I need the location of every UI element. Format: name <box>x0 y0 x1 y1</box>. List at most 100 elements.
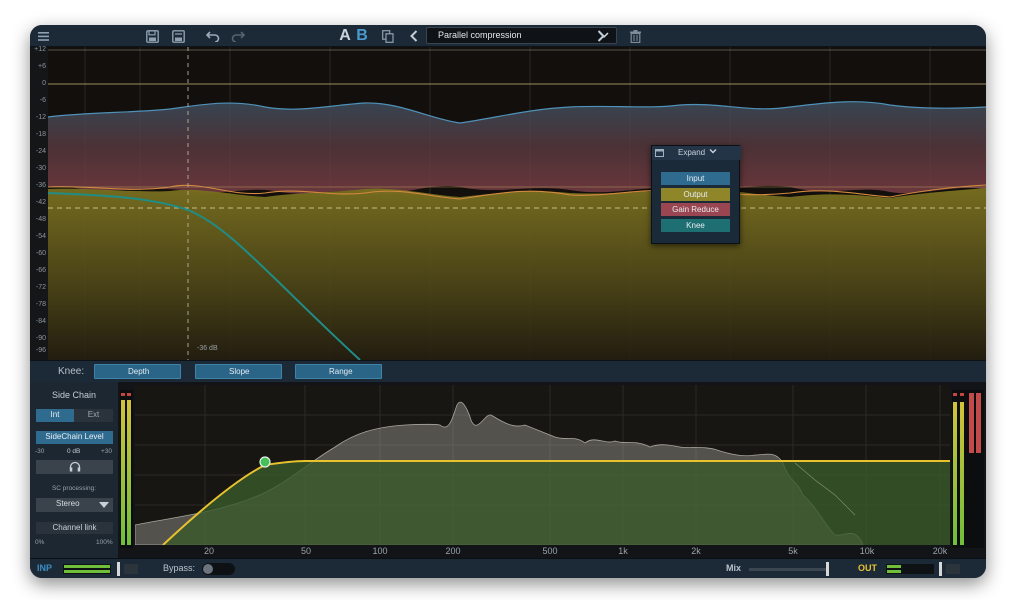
sidechain-ext-button[interactable]: Ext <box>74 409 113 422</box>
dynamics-graph-canvas <box>30 47 986 360</box>
x-tick: 200 <box>445 546 461 556</box>
expand-item-gain-reduce[interactable]: Gain Reduce <box>661 203 730 216</box>
plugin-window: A B Parallel compression +12 +6 0 -6 -12… <box>30 25 986 578</box>
sc-processing-value: Stereo <box>56 499 80 508</box>
threshold-readout: -36 dB <box>197 345 218 352</box>
meter-peak <box>121 393 125 396</box>
sc-processing-dropdown[interactable]: Stereo <box>36 498 113 512</box>
output-meters <box>952 390 984 548</box>
bypass-toggle-knob <box>203 564 213 574</box>
sidechain-listen-button[interactable] <box>36 460 113 474</box>
input-meter-fill-r <box>64 570 110 573</box>
expand-header[interactable]: Expand <box>652 146 741 160</box>
meter-peak <box>127 393 131 396</box>
y-tick: -90 <box>35 335 46 342</box>
x-tick: 100 <box>372 546 388 556</box>
sidechain-section: Side Chain Int Ext SideChain Level -30 0… <box>30 382 986 558</box>
expand-item-knee[interactable]: Knee <box>661 219 730 232</box>
undo-icon[interactable] <box>205 27 221 45</box>
channel-link-slider[interactable]: Channel link <box>36 522 113 534</box>
gain-reduction-meter-left <box>969 393 974 453</box>
meter-bar-right <box>127 400 131 545</box>
sidechain-level-value: 0 dB <box>67 448 81 455</box>
sidechain-level-slider[interactable]: SideChain Level <box>36 431 113 444</box>
next-preset-icon[interactable] <box>595 27 607 45</box>
channel-link-max: 100% <box>96 539 113 546</box>
y-tick: -6 <box>39 97 46 104</box>
y-tick: 0 <box>42 80 46 87</box>
output-meter-left <box>953 402 957 545</box>
mix-slider[interactable] <box>749 568 826 571</box>
preset-name: Parallel compression <box>438 30 522 40</box>
expand-view-popup: Expand Input Output Gain Reduce Knee <box>651 145 741 244</box>
output-gain-handle[interactable] <box>939 562 942 576</box>
bottom-bar: INP Bypass: Mix OUT <box>30 558 986 578</box>
y-tick: -54 <box>35 233 46 240</box>
output-meter-fill-l <box>887 565 901 568</box>
input-meter-fill-l <box>64 565 110 568</box>
trash-icon[interactable] <box>628 27 642 45</box>
input-gain-slider[interactable] <box>124 564 138 574</box>
triangle-down-icon <box>99 501 109 513</box>
x-tick: 20k <box>932 546 948 556</box>
previous-preset-icon[interactable] <box>408 27 420 45</box>
knee-depth-button[interactable]: Depth <box>94 364 181 379</box>
y-tick: -12 <box>35 114 46 121</box>
chevron-down-icon <box>709 147 717 157</box>
y-tick: +6 <box>38 63 46 70</box>
y-tick: -96 <box>35 347 46 354</box>
save-icon[interactable] <box>144 27 160 45</box>
y-tick: -78 <box>35 301 46 308</box>
expand-item-input[interactable]: Input <box>661 172 730 185</box>
y-tick: -30 <box>35 165 46 172</box>
sidechain-title: Side Chain <box>51 390 97 400</box>
calendar-icon <box>655 148 664 159</box>
headphones-icon <box>69 461 81 474</box>
knee-label: Knee: <box>58 366 85 377</box>
y-tick: -72 <box>35 284 46 291</box>
y-tick: -84 <box>35 318 46 325</box>
copy-ab-icon[interactable] <box>380 27 396 45</box>
dynamics-graph[interactable]: +12 +6 0 -6 -12 -18 -24 -30 -36 -42 -48 … <box>30 46 986 360</box>
y-tick: -42 <box>35 199 46 206</box>
input-gain-handle[interactable] <box>117 562 120 576</box>
bypass-label: Bypass: <box>163 563 196 573</box>
sidechain-eq-canvas <box>135 385 950 545</box>
sidechain-input-meter <box>120 390 133 548</box>
input-meter <box>63 564 111 574</box>
redo-icon[interactable] <box>230 27 246 45</box>
output-gain-slider[interactable] <box>946 564 960 574</box>
x-tick: 500 <box>542 546 558 556</box>
expand-item-output[interactable]: Output <box>661 188 730 201</box>
preset-selector[interactable]: Parallel compression <box>426 27 617 44</box>
sidechain-level-max: +30 <box>101 448 113 455</box>
bypass-toggle[interactable] <box>202 563 235 575</box>
sc-processing-label: SC processing: <box>51 485 97 492</box>
preset-a-button[interactable]: A <box>338 27 352 45</box>
mix-slider-handle[interactable] <box>826 562 829 576</box>
y-tick: +12 <box>34 46 46 53</box>
y-tick: -24 <box>35 148 46 155</box>
sidechain-eq-graph[interactable] <box>135 385 950 545</box>
knee-slope-label: Slope <box>229 367 250 376</box>
y-tick: -66 <box>35 267 46 274</box>
y-tick: -18 <box>35 131 46 138</box>
x-tick: 50 <box>300 546 312 556</box>
output-meter-fill-r <box>887 570 901 573</box>
preset-b-button[interactable]: B <box>355 27 369 45</box>
knee-slope-button[interactable]: Slope <box>195 364 282 379</box>
gain-reduction-meter-right <box>976 393 981 453</box>
top-toolbar: A B Parallel compression <box>30 25 986 47</box>
input-gain-label: INP <box>37 563 53 573</box>
sidechain-int-button[interactable]: Int <box>36 409 74 422</box>
mix-label: Mix <box>726 563 742 573</box>
knee-range-button[interactable]: Range <box>295 364 382 379</box>
meter-peak <box>960 393 964 396</box>
knee-range-label: Range <box>329 367 353 376</box>
meter-peak <box>953 393 957 396</box>
meter-bar-left <box>121 400 125 545</box>
x-tick: 2k <box>691 546 701 556</box>
save-as-icon[interactable] <box>170 27 186 45</box>
output-meter-right <box>960 402 964 545</box>
menu-icon[interactable] <box>36 27 50 45</box>
